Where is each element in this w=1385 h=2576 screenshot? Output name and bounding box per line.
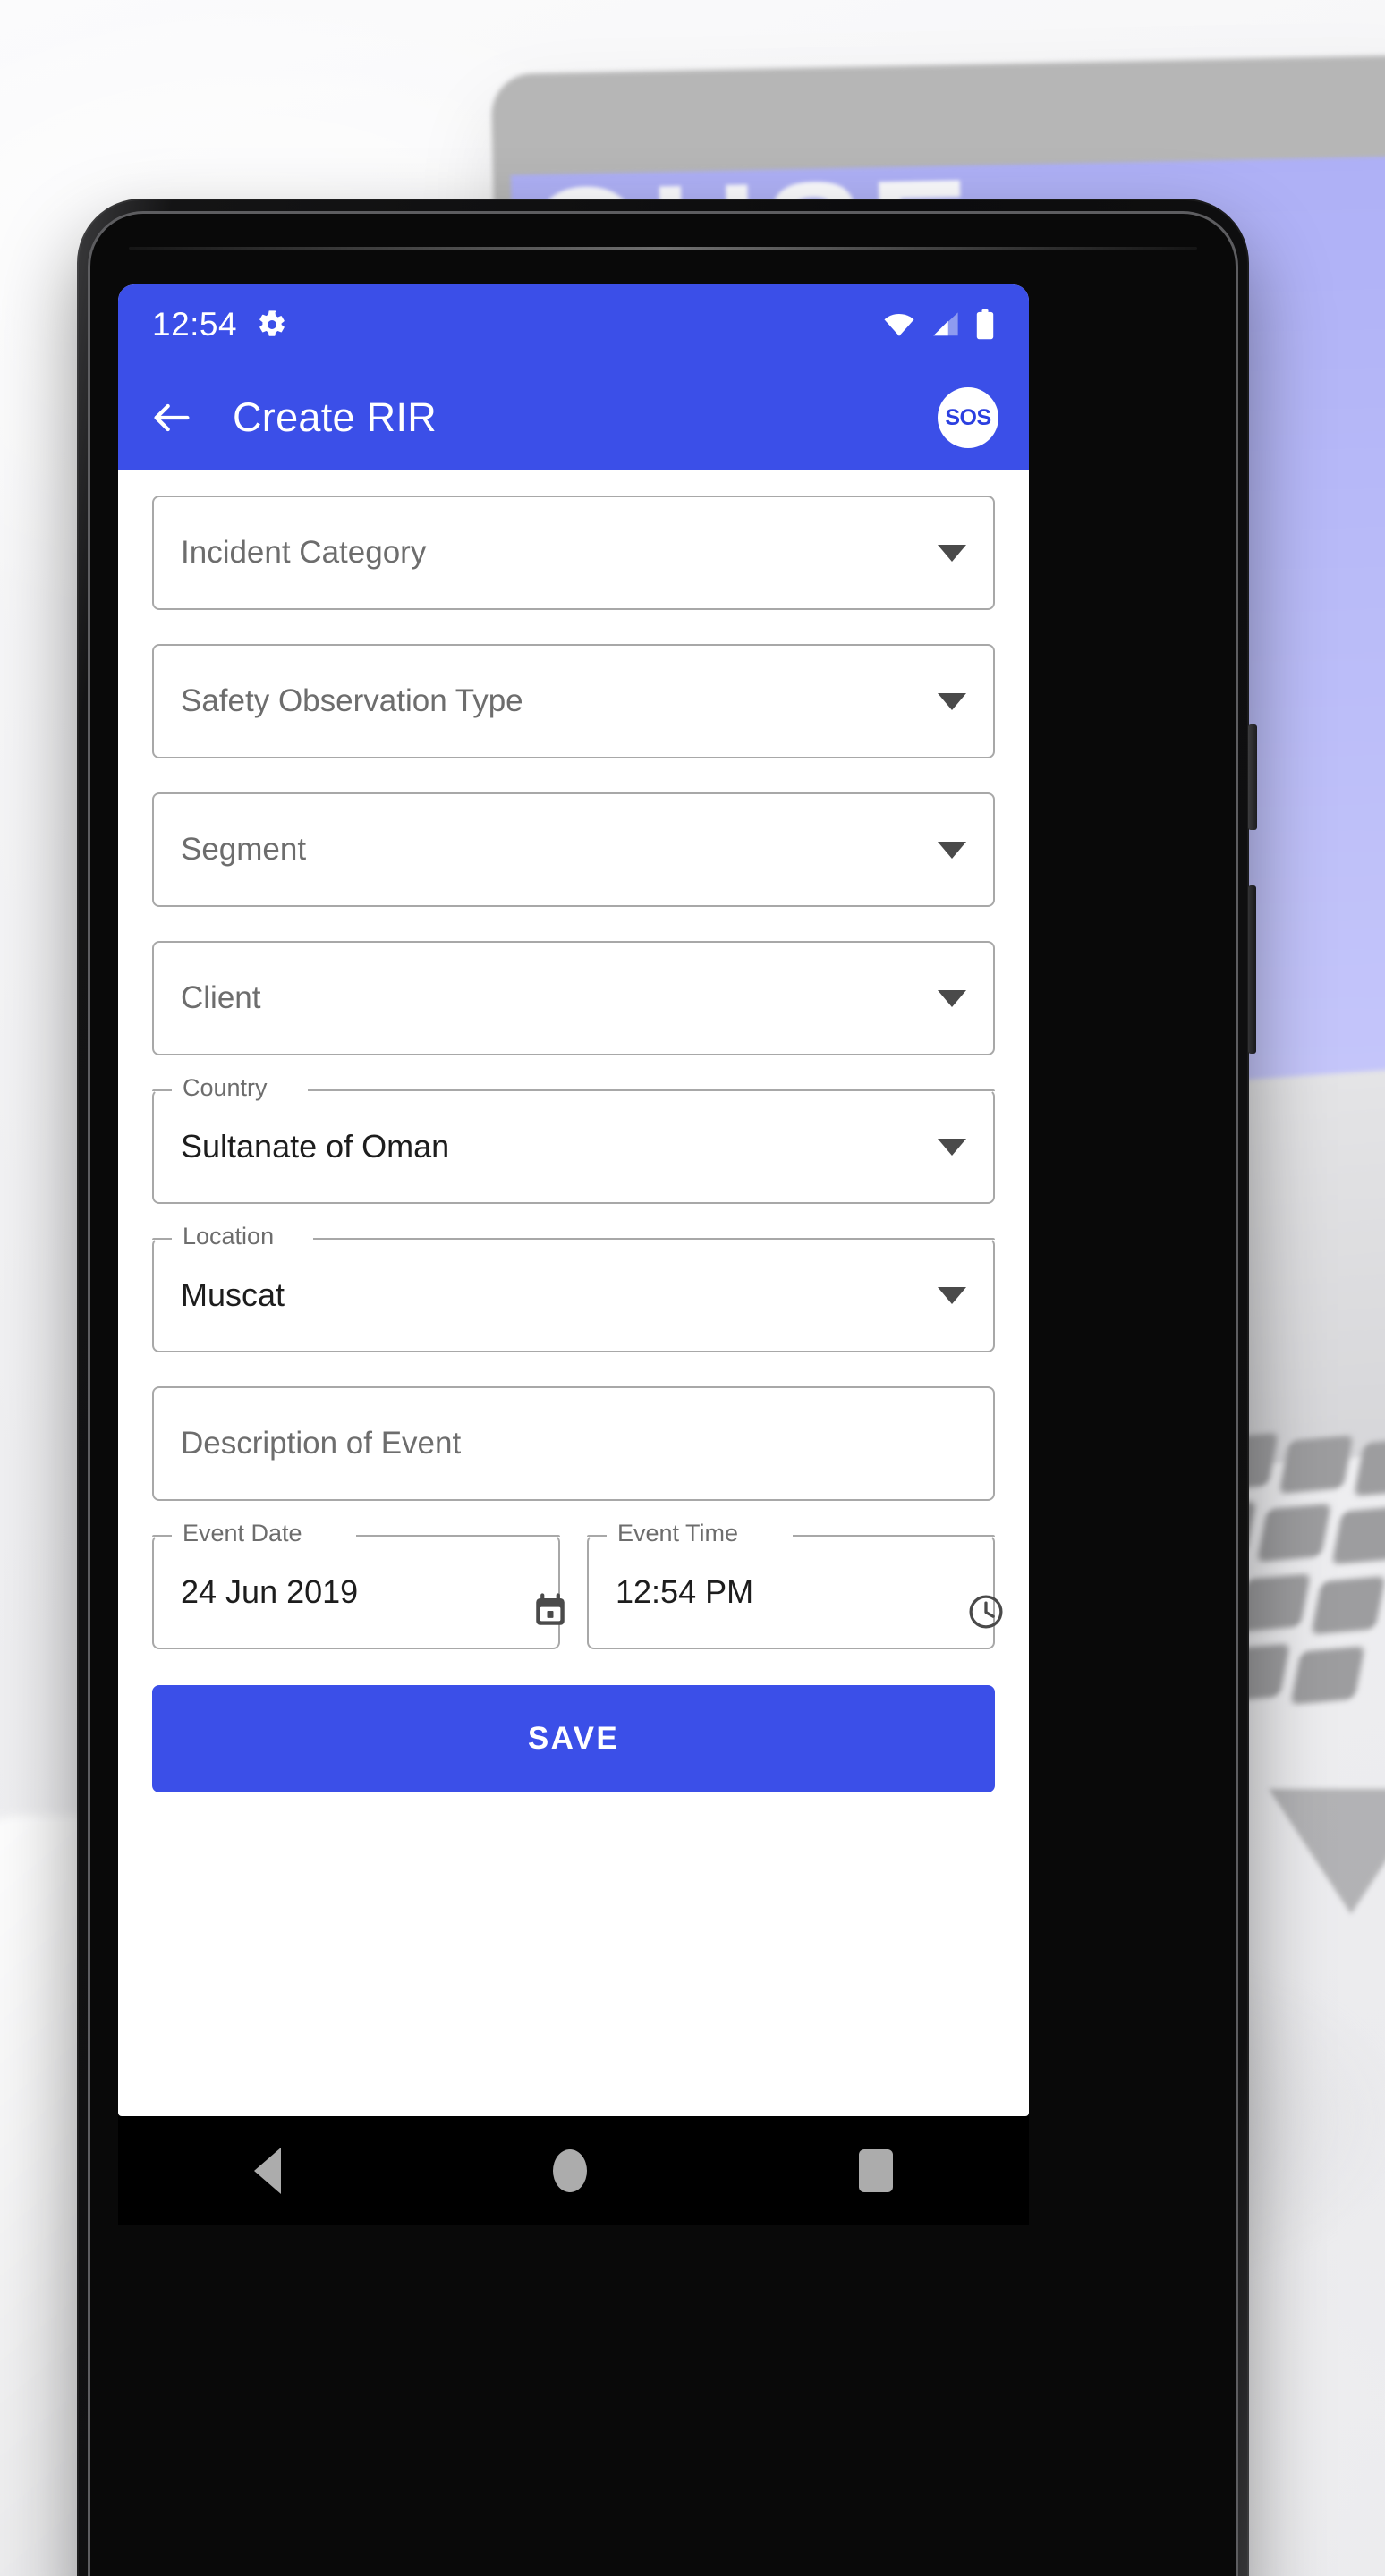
event-datetime-row: Event Date 24 Jun 2019 Event Time 12:54 … (152, 1520, 1003, 1649)
recents-square-icon[interactable] (859, 2149, 893, 2192)
field-event-date[interactable]: Event Date 24 Jun 2019 (152, 1520, 565, 1649)
save-button[interactable]: SAVE (152, 1685, 995, 1792)
field-event-time-label: Event Time (608, 1520, 748, 1547)
chevron-down-icon[interactable] (938, 841, 966, 859)
field-event-time[interactable]: Event Time 12:54 PM (587, 1520, 1003, 1649)
field-incident-category-placeholder: Incident Category (181, 535, 427, 570)
field-safety-observation-type-placeholder: Safety Observation Type (181, 683, 523, 718)
field-incident-category[interactable]: Incident Category (152, 496, 995, 610)
field-segment-placeholder: Segment (181, 832, 307, 867)
battery-icon (975, 309, 995, 340)
chevron-down-icon[interactable] (938, 1138, 966, 1156)
field-description-of-event[interactable]: Description of Event (152, 1386, 995, 1501)
chevron-down-icon[interactable] (938, 692, 966, 710)
home-circle-icon[interactable] (553, 2149, 587, 2192)
app-bar: Create RIR SOS (118, 365, 1029, 470)
status-bar-icons (882, 309, 995, 340)
phone-screen: 12:54 Create RIR SOS Incident Category S… (118, 284, 1029, 2116)
android-navigation-bar (118, 2116, 1029, 2225)
cellular-signal-icon (930, 311, 961, 338)
field-client[interactable]: Client (152, 941, 995, 1055)
field-event-time-value: 12:54 PM (616, 1573, 754, 1610)
arrow-left-icon[interactable] (149, 394, 195, 441)
gear-icon (257, 309, 287, 340)
background-keyboard-shadow (1269, 1789, 1385, 1914)
field-location[interactable]: Location Muscat (152, 1223, 995, 1352)
field-event-date-label: Event Date (174, 1520, 311, 1547)
phone-top-edge-highlight (129, 247, 1197, 250)
status-bar: 12:54 (118, 284, 1029, 365)
chevron-down-icon[interactable] (938, 989, 966, 1007)
field-client-placeholder: Client (181, 980, 261, 1015)
page-title: Create RIR (233, 394, 438, 440)
field-segment[interactable]: Segment (152, 792, 995, 907)
field-country[interactable]: Country Sultanate of Oman (152, 1074, 995, 1204)
wifi-icon (882, 311, 916, 338)
chevron-down-icon[interactable] (938, 544, 966, 562)
volume-button[interactable] (1248, 886, 1256, 1054)
power-button[interactable] (1248, 724, 1257, 830)
sos-button[interactable]: SOS (938, 387, 998, 448)
field-country-label: Country (174, 1074, 276, 1102)
field-location-label: Location (174, 1223, 284, 1250)
field-location-value: Muscat (181, 1276, 285, 1313)
chevron-down-icon[interactable] (938, 1286, 966, 1304)
status-bar-clock: 12:54 (152, 306, 238, 343)
field-country-value: Sultanate of Oman (181, 1128, 450, 1165)
field-description-of-event-placeholder: Description of Event (181, 1426, 462, 1461)
field-event-date-value: 24 Jun 2019 (181, 1573, 359, 1610)
field-safety-observation-type[interactable]: Safety Observation Type (152, 644, 995, 758)
create-rir-form: Incident Category Safety Observation Typ… (118, 470, 1029, 1792)
back-triangle-icon[interactable] (254, 2148, 281, 2194)
